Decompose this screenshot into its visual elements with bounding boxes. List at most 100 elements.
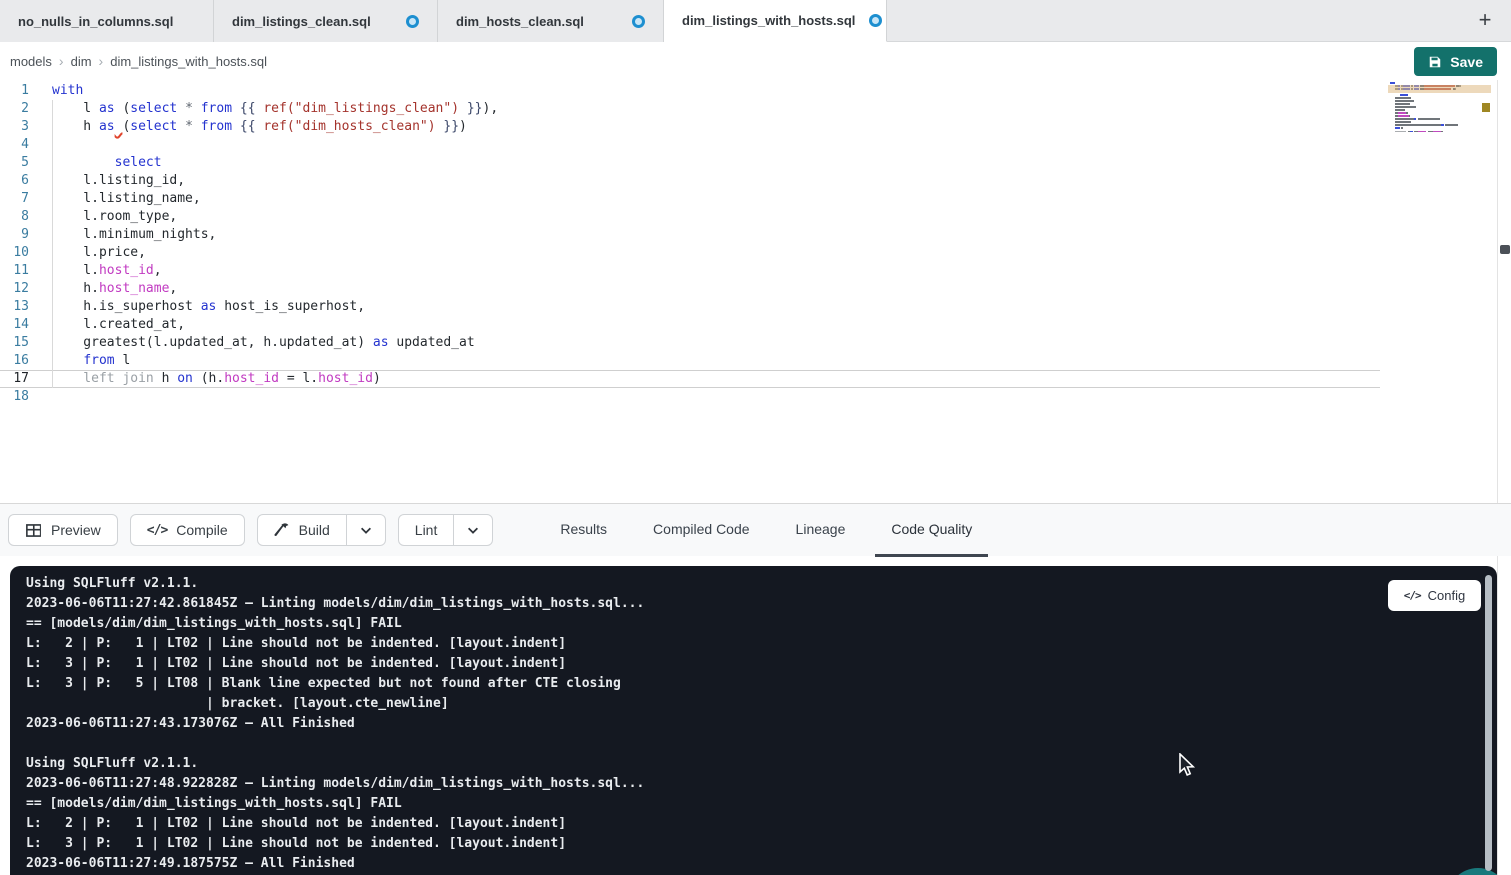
minimap-line (1390, 100, 1490, 102)
lint-button[interactable]: Lint (399, 515, 454, 545)
terminal-line (26, 734, 1497, 754)
code-line[interactable]: 11 l.host_id, (0, 262, 1380, 280)
terminal-line: 2023-06-06T11:27:48.922828Z – Linting mo… (26, 774, 1497, 794)
tab-label: dim_hosts_clean.sql (456, 14, 584, 29)
editor-tab[interactable]: dim_listings_with_hosts.sql (664, 0, 887, 42)
config-button[interactable]: </> Config (1388, 580, 1481, 611)
minimap-line (1390, 94, 1490, 96)
code-quality-terminal: Using SQLFluff v2.1.1. 2023-06-06T11:27:4… (10, 566, 1497, 875)
panel-tab-compiled-code[interactable]: Compiled Code (637, 504, 766, 557)
terminal-line: Using SQLFluff v2.1.1. (26, 574, 1497, 594)
code-line[interactable]: 5 select (0, 154, 1380, 172)
compile-button[interactable]: </> Compile (130, 514, 245, 546)
tab-label: dim_listings_with_hosts.sql (682, 13, 855, 28)
code-token: ) (459, 119, 467, 134)
line-content: with (52, 82, 83, 100)
code-line[interactable]: 4 (0, 136, 1380, 154)
code-line[interactable]: 7 l.listing_name, (0, 190, 1380, 208)
code-token: * (185, 101, 193, 116)
minimap-code (1395, 109, 1405, 111)
code-token (177, 119, 185, 134)
code-token: host_id (99, 263, 154, 278)
code-token: l.created_at, (52, 317, 185, 332)
terminal-scrollbar-thumb[interactable] (1485, 575, 1492, 871)
code-line[interactable]: 13 h.is_superhost as host_is_superhost, (0, 298, 1380, 316)
code-token (232, 119, 240, 134)
minimap-code (1398, 112, 1407, 114)
code-line[interactable]: 17 left join h on (h.host_id = l.host_id… (0, 370, 1380, 388)
minimap-code (1400, 94, 1408, 96)
breadcrumb-separator: › (99, 53, 104, 69)
minimap-viewport-band[interactable] (1388, 85, 1491, 93)
code-token: as (373, 335, 389, 350)
breadcrumb-item[interactable]: dim (71, 54, 92, 69)
panel-tab-code-quality[interactable]: Code Quality (875, 504, 988, 557)
code-line[interactable]: 1with (0, 82, 1380, 100)
minimap-code (1401, 127, 1402, 129)
code-line[interactable]: 2 l as (select * from {{ ref("dim_listin… (0, 100, 1380, 118)
minimap-code (1433, 131, 1442, 133)
editor-tab[interactable]: dim_hosts_clean.sql (438, 0, 664, 42)
code-token: (h. (193, 371, 224, 386)
save-button-label: Save (1450, 54, 1483, 70)
code-token: select (130, 101, 177, 116)
build-dropdown-button[interactable] (346, 515, 385, 545)
code-line[interactable]: 10 l.price, (0, 244, 1380, 262)
code-token: {{ (240, 101, 263, 116)
code-line[interactable]: 15 greatest(l.updated_at, h.updated_at) … (0, 334, 1380, 352)
save-button[interactable]: Save (1414, 47, 1497, 76)
code-line[interactable]: 9 l.minimum_nights, (0, 226, 1380, 244)
code-icon: </> (147, 523, 167, 538)
line-number: 3 (0, 118, 29, 136)
terminal-line: 2023-06-06T11:27:43.173076Z – All Finish… (26, 714, 1497, 734)
minimap-line (1390, 124, 1490, 126)
panel-tab-results[interactable]: Results (544, 504, 623, 557)
panel-tab-lineage[interactable]: Lineage (780, 504, 862, 557)
code-token: from (201, 101, 232, 116)
editor-scrollbar-thumb[interactable] (1500, 245, 1510, 254)
editor-tab[interactable]: dim_listings_clean.sql (214, 0, 438, 42)
build-split-button: Build (257, 514, 386, 546)
terminal-line: L: 2 | P: 1 | LT02 | Line should not be … (26, 814, 1497, 834)
breadcrumb-item[interactable]: dim_listings_with_hosts.sql (110, 54, 267, 69)
code-line[interactable]: 14 l.created_at, (0, 316, 1380, 334)
line-content: l.host_id, (52, 262, 162, 280)
line-number: 7 (0, 190, 29, 208)
code-line[interactable]: 12 h.host_name, (0, 280, 1380, 298)
code-line[interactable]: 16 from l (0, 352, 1380, 370)
minimap-code (1395, 100, 1414, 102)
minimap-line (1390, 115, 1490, 117)
code-token: {{ (240, 119, 263, 134)
code-token: ref("dim_listings_clean") (263, 101, 459, 116)
terminal-line: L: 3 | P: 5 | LT08 | Blank line expected… (26, 674, 1497, 694)
code-icon: </> (1404, 589, 1421, 602)
code-line[interactable]: 3 h as (select * from {{ ref("dim_hosts_… (0, 118, 1380, 136)
code-token: on (177, 371, 193, 386)
lint-dropdown-button[interactable] (453, 515, 492, 545)
save-icon (1428, 55, 1442, 69)
editor-scrollbar-track[interactable] (1497, 80, 1511, 875)
code-token: = l. (279, 371, 318, 386)
minimap-line (1390, 112, 1490, 114)
breadcrumb-row: models › dim › dim_listings_with_hosts.sql S… (0, 42, 1511, 80)
breadcrumb-item[interactable]: models (10, 54, 52, 69)
build-button[interactable]: Build (258, 515, 346, 545)
new-tab-button[interactable]: + (1472, 7, 1498, 33)
tab-list: no_nulls_in_columns.sql dim_listings_clea… (0, 0, 887, 41)
editor-tab[interactable]: no_nulls_in_columns.sql (0, 0, 214, 42)
lint-split-button: Lint (398, 514, 494, 546)
preview-button[interactable]: Preview (8, 514, 118, 546)
minimap-line (1390, 106, 1490, 108)
code-editor[interactable]: 1with2 l as (select * from {{ ref("dim_l… (0, 80, 1497, 503)
code-token: host_id (224, 371, 279, 386)
indent-guide (52, 100, 53, 388)
tab-label: no_nulls_in_columns.sql (18, 14, 173, 29)
breadcrumb-separator: › (59, 53, 64, 69)
code-token: ( (115, 101, 131, 116)
code-line[interactable]: 18 (0, 388, 1380, 406)
code-line[interactable]: 8 l.room_type, (0, 208, 1380, 226)
breadcrumb: models › dim › dim_listings_with_hosts.sql (10, 53, 267, 69)
code-line[interactable]: 6 l.listing_id, (0, 172, 1380, 190)
code-token: l (115, 353, 131, 368)
chevron-down-icon (359, 523, 373, 537)
